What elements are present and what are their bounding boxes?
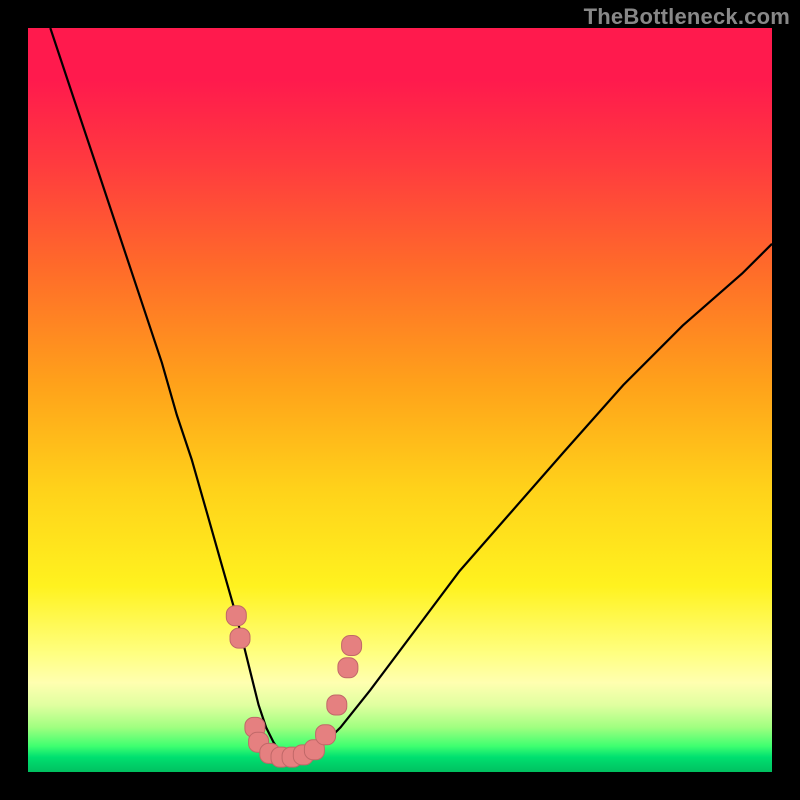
curve-marker — [230, 628, 250, 648]
curve-marker — [342, 636, 362, 656]
curve-marker — [338, 658, 358, 678]
curve-marker — [316, 725, 336, 745]
curve-marker — [327, 695, 347, 715]
curve-marker — [226, 606, 246, 626]
chart-svg — [28, 28, 772, 772]
watermark-text: TheBottleneck.com — [584, 4, 790, 30]
chart-frame: TheBottleneck.com — [0, 0, 800, 800]
bottleneck-curve — [50, 28, 772, 757]
curve-markers — [226, 606, 361, 767]
plot-area — [28, 28, 772, 772]
